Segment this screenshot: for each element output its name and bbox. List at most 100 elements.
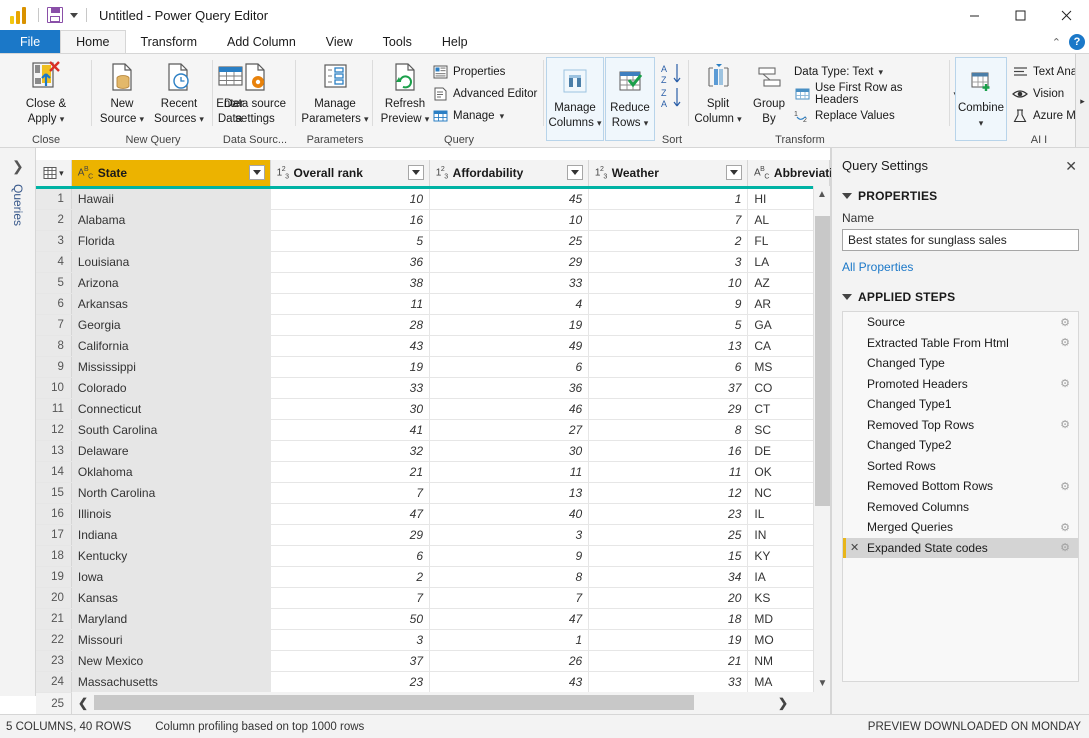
cell-overall-rank[interactable]: 29 bbox=[271, 525, 431, 545]
column-header-abbreviation[interactable]: ABC Abbreviation bbox=[748, 160, 847, 186]
cell-state[interactable]: Florida bbox=[71, 231, 271, 251]
table-row[interactable]: 1 Hawaii 10 45 1 HI bbox=[36, 189, 830, 210]
applied-step[interactable]: Extracted Table From Html ⚙ bbox=[843, 333, 1078, 354]
group-by-button[interactable]: Group By bbox=[744, 58, 794, 126]
close-query-settings-icon[interactable]: ✕ bbox=[1065, 158, 1077, 175]
cell-state[interactable]: New Mexico bbox=[71, 651, 271, 671]
tab-home[interactable]: Home bbox=[60, 30, 126, 53]
ribbon-overflow-button[interactable]: ▸ bbox=[1075, 54, 1089, 147]
row-number[interactable]: 9 bbox=[36, 357, 72, 377]
vision-button[interactable]: Vision bbox=[1012, 83, 1077, 105]
table-row[interactable]: 5 Arizona 38 33 10 AZ bbox=[36, 273, 830, 294]
cell-state[interactable]: Hawaii bbox=[71, 189, 271, 209]
combine-button[interactable]: Combine ▾ bbox=[955, 57, 1007, 141]
column-header-overall-rank[interactable]: 123 Overall rank bbox=[270, 160, 430, 186]
row-number[interactable]: 14 bbox=[36, 462, 72, 482]
cell-affordability[interactable]: 47 bbox=[430, 609, 590, 629]
filter-button-overall-rank[interactable] bbox=[407, 165, 424, 180]
tab-tools[interactable]: Tools bbox=[368, 30, 427, 53]
gear-icon[interactable]: ⚙ bbox=[1060, 377, 1070, 390]
cell-overall-rank[interactable]: 21 bbox=[271, 462, 431, 482]
select-all-columns-button[interactable]: ▾ bbox=[36, 160, 72, 186]
cell-weather[interactable]: 6 bbox=[589, 357, 749, 377]
text-analytics-button[interactable]: Text Ana bbox=[1012, 61, 1077, 83]
applied-step[interactable]: Removed Top Rows ⚙ bbox=[843, 415, 1078, 436]
cell-weather[interactable]: 2 bbox=[589, 231, 749, 251]
table-row[interactable]: 10 Colorado 33 36 37 CO bbox=[36, 378, 830, 399]
use-first-row-as-headers-button[interactable]: Use First Row as Headers ▾ bbox=[794, 82, 958, 106]
chevron-down-icon[interactable]: ▾ bbox=[59, 168, 64, 179]
chevron-down-icon[interactable] bbox=[842, 193, 852, 199]
cell-affordability[interactable]: 7 bbox=[430, 588, 590, 608]
chevron-down-icon[interactable] bbox=[842, 294, 852, 300]
cell-overall-rank[interactable]: 37 bbox=[271, 651, 431, 671]
cell-state[interactable]: Colorado bbox=[71, 378, 271, 398]
gear-icon[interactable]: ⚙ bbox=[1060, 541, 1070, 554]
cell-affordability[interactable]: 26 bbox=[430, 651, 590, 671]
properties-section-header[interactable]: PROPERTIES bbox=[842, 189, 1079, 203]
save-icon[interactable] bbox=[47, 7, 63, 23]
cell-overall-rank[interactable]: 36 bbox=[271, 252, 431, 272]
cell-overall-rank[interactable]: 7 bbox=[271, 588, 431, 608]
manage-parameters-button[interactable]: Manage Parameters ▾ bbox=[297, 58, 373, 126]
chevron-down-icon[interactable]: ▾ bbox=[737, 114, 742, 124]
cell-state[interactable]: Kansas bbox=[71, 588, 271, 608]
cell-overall-rank[interactable]: 3 bbox=[271, 630, 431, 650]
query-name-input[interactable]: Best states for sunglass sales bbox=[842, 229, 1079, 251]
table-row[interactable]: 11 Connecticut 30 46 29 CT bbox=[36, 399, 830, 420]
horizontal-scroll-thumb[interactable] bbox=[94, 695, 694, 710]
cell-affordability[interactable]: 11 bbox=[430, 462, 590, 482]
cell-weather[interactable]: 33 bbox=[589, 672, 749, 692]
applied-step[interactable]: Source ⚙ bbox=[843, 312, 1078, 333]
help-icon[interactable]: ? bbox=[1069, 34, 1085, 50]
cell-weather[interactable]: 1 bbox=[589, 189, 749, 209]
cell-affordability[interactable]: 49 bbox=[430, 336, 590, 356]
data-type-button[interactable]: Data Type: Text ▾ bbox=[794, 61, 958, 83]
cell-weather[interactable]: 16 bbox=[589, 441, 749, 461]
applied-step[interactable]: Removed Columns bbox=[843, 497, 1078, 518]
cell-affordability[interactable]: 29 bbox=[430, 252, 590, 272]
filter-button-state[interactable] bbox=[248, 165, 265, 180]
row-number[interactable]: 13 bbox=[36, 441, 72, 461]
row-number[interactable]: 11 bbox=[36, 399, 72, 419]
table-row[interactable]: 24 Massachusetts 23 43 33 MA bbox=[36, 672, 830, 692]
scroll-right-icon[interactable]: ❯ bbox=[772, 696, 794, 710]
cell-affordability[interactable]: 33 bbox=[430, 273, 590, 293]
cell-weather[interactable]: 23 bbox=[589, 504, 749, 524]
row-number[interactable]: 10 bbox=[36, 378, 72, 398]
cell-weather[interactable]: 3 bbox=[589, 252, 749, 272]
azure-ml-button[interactable]: Azure M bbox=[1012, 105, 1077, 127]
row-number[interactable]: 15 bbox=[36, 483, 72, 503]
row-number[interactable]: 19 bbox=[36, 567, 72, 587]
scroll-down-icon[interactable]: ▼ bbox=[814, 675, 831, 692]
applied-step[interactable]: ✕ Expanded State codes ⚙ bbox=[843, 537, 1078, 558]
scroll-left-icon[interactable]: ❮ bbox=[72, 696, 94, 710]
manage-button[interactable]: Manage ▾ bbox=[432, 105, 537, 127]
table-row[interactable]: 6 Arkansas 11 4 9 AR bbox=[36, 294, 830, 315]
cell-weather[interactable]: 34 bbox=[589, 567, 749, 587]
vertical-scroll-thumb[interactable] bbox=[815, 216, 830, 506]
grid-vertical-scrollbar[interactable]: ▲ ▼ bbox=[813, 186, 830, 692]
horizontal-scrollbar[interactable]: ❮ ❯ bbox=[72, 692, 830, 714]
cell-state[interactable]: Mississippi bbox=[71, 357, 271, 377]
cell-affordability[interactable]: 4 bbox=[430, 294, 590, 314]
applied-step[interactable]: Changed Type bbox=[843, 353, 1078, 374]
cell-state[interactable]: Delaware bbox=[71, 441, 271, 461]
cell-overall-rank[interactable]: 32 bbox=[271, 441, 431, 461]
applied-step[interactable]: Removed Bottom Rows ⚙ bbox=[843, 476, 1078, 497]
cell-state[interactable]: Illinois bbox=[71, 504, 271, 524]
cell-weather[interactable]: 25 bbox=[589, 525, 749, 545]
table-row[interactable]: 16 Illinois 47 40 23 IL bbox=[36, 504, 830, 525]
cell-affordability[interactable]: 43 bbox=[430, 672, 590, 692]
reduce-rows-button[interactable]: Reduce Rows ▾ bbox=[605, 57, 655, 141]
row-number[interactable]: 23 bbox=[36, 651, 72, 671]
cell-affordability[interactable]: 9 bbox=[430, 546, 590, 566]
chevron-down-icon[interactable]: ▾ bbox=[979, 118, 984, 128]
scroll-up-icon[interactable]: ▲ bbox=[814, 186, 830, 203]
column-header-affordability[interactable]: 123 Affordability bbox=[429, 160, 589, 186]
cell-state[interactable]: South Carolina bbox=[71, 420, 271, 440]
cell-affordability[interactable]: 19 bbox=[430, 315, 590, 335]
applied-steps-section-header[interactable]: APPLIED STEPS bbox=[842, 290, 1079, 304]
row-number[interactable]: 1 bbox=[36, 189, 72, 209]
tab-file[interactable]: File bbox=[0, 30, 61, 53]
